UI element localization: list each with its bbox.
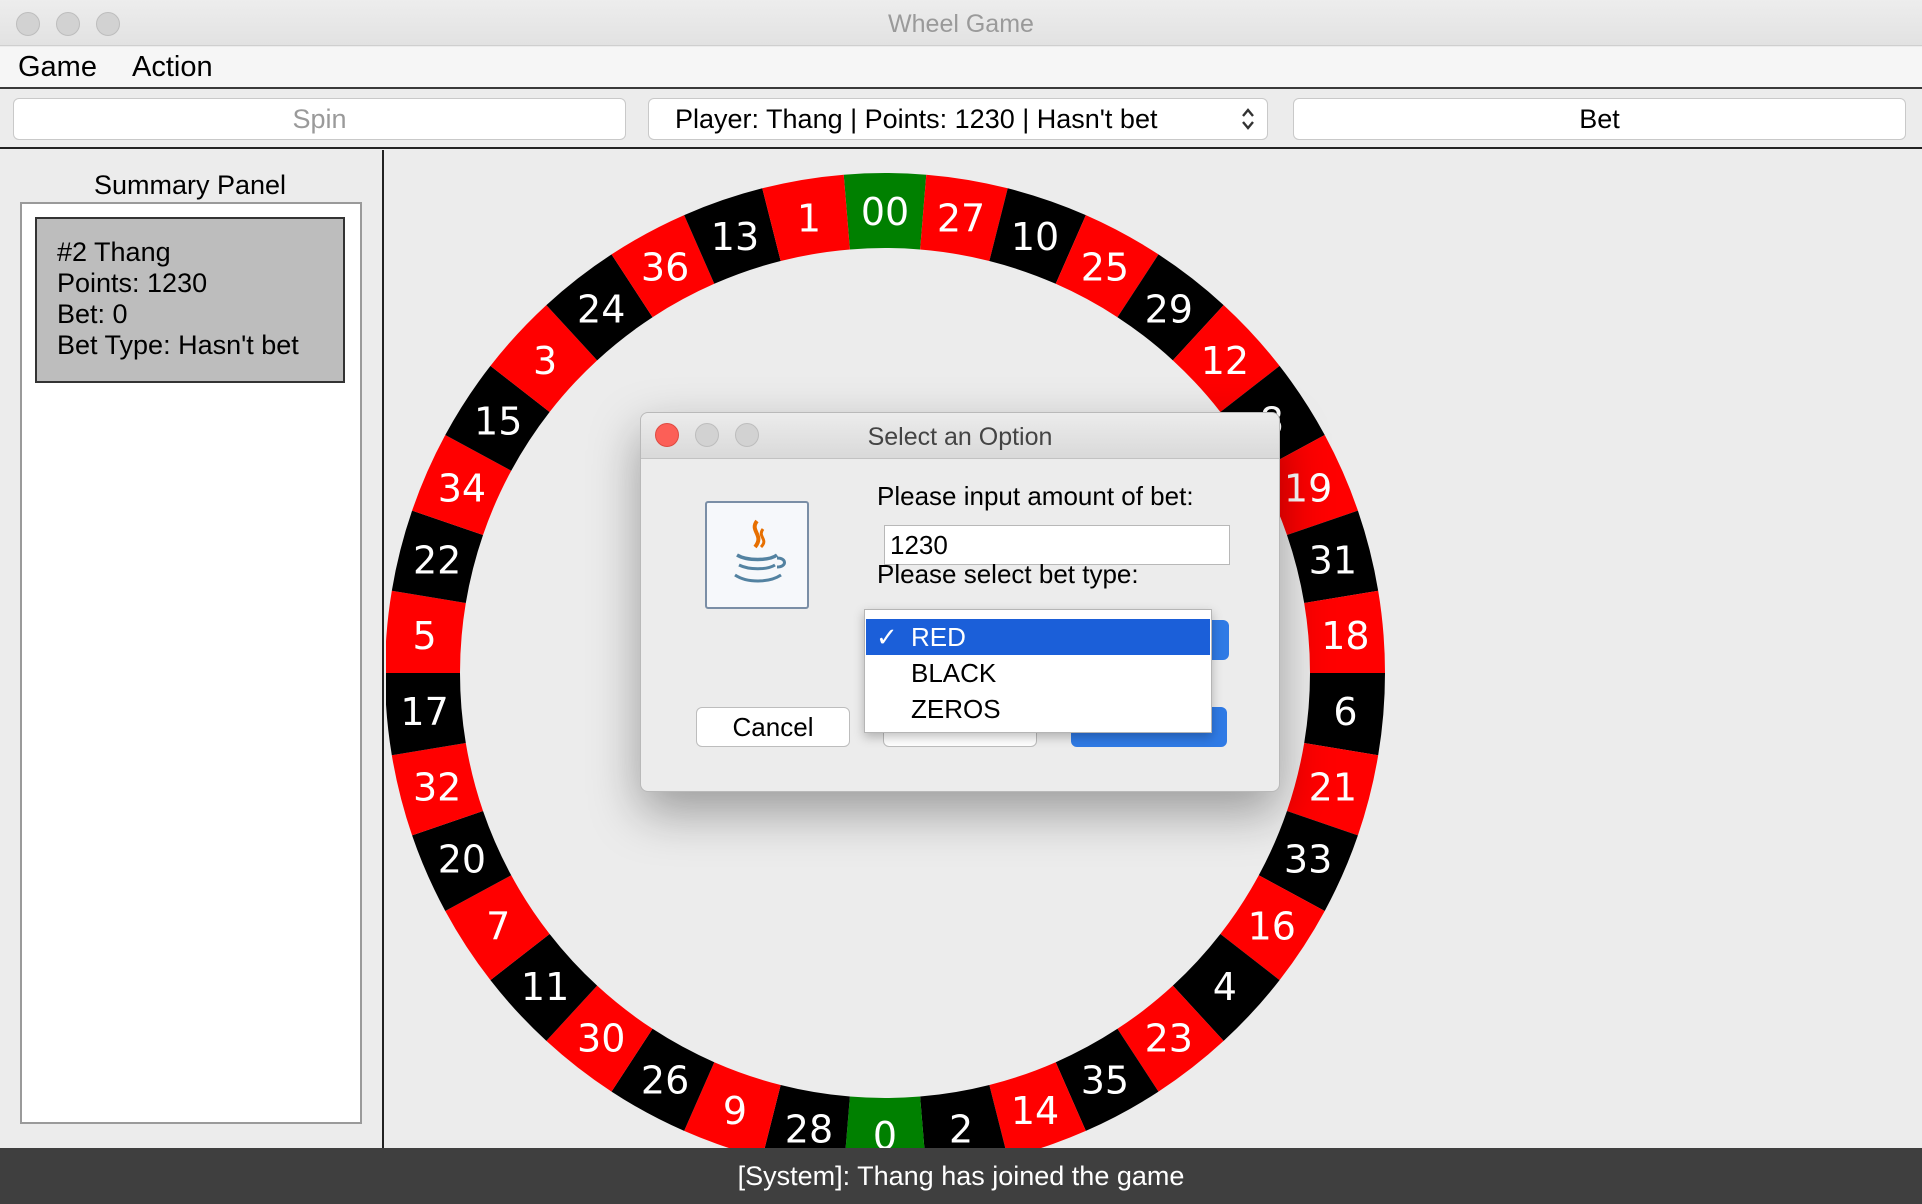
wheel-number-29: 29 <box>1145 287 1193 331</box>
wheel-number-2: 2 <box>949 1108 973 1148</box>
menu-game[interactable]: Game <box>14 51 101 84</box>
player-bet: Bet: 0 <box>57 299 128 329</box>
wheel-number-21: 21 <box>1309 765 1357 809</box>
bet-button[interactable]: Bet <box>1293 98 1906 140</box>
status-bar: [System]: Thang has joined the game <box>0 1148 1922 1204</box>
wheel-number-20: 20 <box>438 838 486 882</box>
player-select[interactable]: Player: Thang | Points: 1230 | Hasn't be… <box>648 98 1268 140</box>
wheel-number-19: 19 <box>1284 466 1332 510</box>
status-message: [System]: Thang has joined the game <box>737 1161 1185 1191</box>
wheel-number-00: 00 <box>861 190 909 234</box>
wheel-number-34: 34 <box>438 466 486 510</box>
checkmark-icon: ✓ <box>876 622 898 652</box>
dialog-title-bar[interactable]: Select an Option <box>641 413 1279 459</box>
wheel-number-7: 7 <box>486 905 510 949</box>
bet-type-dropdown: ✓ RED BLACK ZEROS <box>864 609 1212 733</box>
summary-list: #2 Thang Points: 1230 Bet: 0 Bet Type: H… <box>20 202 362 1124</box>
bet-type-label: Please select bet type: <box>877 559 1139 589</box>
wheel-number-13: 13 <box>711 215 759 259</box>
wheel-number-16: 16 <box>1248 905 1296 949</box>
wheel-number-35: 35 <box>1081 1058 1129 1102</box>
main-window: Wheel Game Game Action Spin Player: Than… <box>0 0 1922 1204</box>
option-black[interactable]: BLACK <box>866 655 1210 691</box>
wheel-number-31: 31 <box>1309 539 1357 583</box>
title-bar[interactable]: Wheel Game <box>0 0 1922 46</box>
summary-panel-title: Summary Panel <box>93 170 287 200</box>
player-summary-card[interactable]: #2 Thang Points: 1230 Bet: 0 Bet Type: H… <box>35 217 345 383</box>
wheel-number-23: 23 <box>1145 1017 1193 1061</box>
player-select-value: Player: Thang | Points: 1230 | Hasn't be… <box>675 104 1158 134</box>
menu-bar: Game Action <box>0 47 1922 89</box>
summary-panel: Summary Panel #2 Thang Points: 1230 Bet:… <box>0 150 384 1148</box>
option-red-label: RED <box>911 622 966 652</box>
wheel-number-33: 33 <box>1284 838 1332 882</box>
option-black-label: BLACK <box>911 658 997 688</box>
cancel-button[interactable]: Cancel <box>696 707 850 747</box>
wheel-number-14: 14 <box>1011 1089 1059 1133</box>
spin-button[interactable]: Spin <box>13 98 626 140</box>
wheel-number-9: 9 <box>723 1089 747 1133</box>
wheel-number-17: 17 <box>400 690 448 734</box>
wheel-number-5: 5 <box>412 614 436 658</box>
java-icon <box>705 501 809 609</box>
wheel-number-12: 12 <box>1201 339 1249 383</box>
dialog-title: Select an Option <box>867 423 1053 451</box>
player-name: #2 Thang <box>57 237 171 267</box>
wheel-number-6: 6 <box>1333 690 1357 734</box>
wheel-number-32: 32 <box>413 765 461 809</box>
wheel-number-25: 25 <box>1081 246 1129 290</box>
player-points: Points: 1230 <box>57 268 208 298</box>
toolbar: Spin Player: Thang | Points: 1230 | Hasn… <box>0 91 1922 149</box>
wheel-number-28: 28 <box>785 1108 833 1148</box>
wheel-number-22: 22 <box>413 539 461 583</box>
option-red[interactable]: ✓ RED <box>866 619 1210 655</box>
wheel-number-3: 3 <box>533 339 557 383</box>
wheel-number-1: 1 <box>797 196 821 240</box>
select-option-dialog: Select an Option Please input amount of … <box>640 412 1280 792</box>
wheel-number-30: 30 <box>577 1017 625 1061</box>
wheel-number-10: 10 <box>1011 215 1059 259</box>
window-title: Wheel Game <box>888 10 1034 38</box>
wheel-number-24: 24 <box>577 287 625 331</box>
option-zeros[interactable]: ZEROS <box>866 691 1210 727</box>
wheel-number-15: 15 <box>474 399 522 443</box>
bet-amount-label: Please input amount of bet: <box>877 481 1194 511</box>
wheel-number-11: 11 <box>521 965 569 1009</box>
option-zeros-label: ZEROS <box>911 694 1001 724</box>
updown-chevron-icon <box>1239 99 1257 152</box>
wheel-number-26: 26 <box>641 1058 689 1102</box>
wheel-number-0: 0 <box>873 1114 897 1148</box>
wheel-number-18: 18 <box>1321 614 1369 658</box>
wheel-number-4: 4 <box>1213 965 1237 1009</box>
wheel-number-27: 27 <box>937 196 985 240</box>
menu-action[interactable]: Action <box>128 51 217 84</box>
wheel-number-36: 36 <box>641 246 689 290</box>
player-bet-type: Bet Type: Hasn't bet <box>57 330 299 360</box>
